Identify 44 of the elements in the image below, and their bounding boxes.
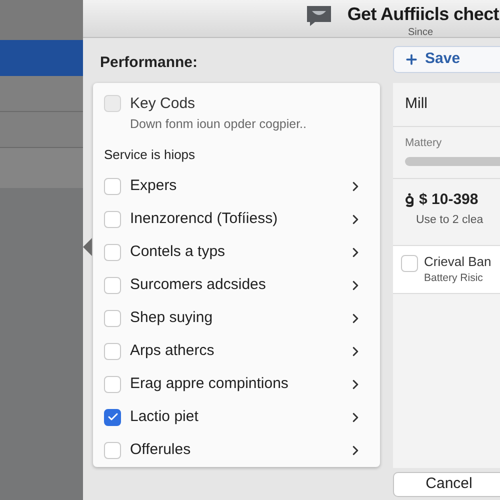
item-label: Erag appre compintions (130, 374, 290, 394)
checkbox[interactable] (401, 254, 418, 272)
checkbox[interactable] (104, 376, 121, 393)
item-label: Arps athercs (130, 341, 216, 362)
option-label: Crieval Ban (424, 252, 492, 271)
list-item[interactable]: Arps athercs (104, 334, 369, 368)
panel-title: Mill (405, 94, 428, 114)
item-label: Lactio piet (130, 406, 200, 427)
checkbox[interactable] (104, 276, 121, 294)
checkbox[interactable] (104, 310, 121, 327)
option-description: Down fonm ioun opder cogpier.. (130, 116, 308, 133)
price: $ 10-398 (419, 190, 478, 210)
checkbox[interactable] (104, 342, 121, 360)
item-label: Contels a typs (130, 242, 226, 262)
item-label: Offerules (130, 440, 192, 460)
item-label: Expers (130, 176, 178, 196)
list-item[interactable]: Lactio piet (104, 400, 369, 434)
list-item[interactable]: Offerules (104, 434, 369, 467)
item-label: Inenzorencd (Tofíiess) (130, 209, 279, 230)
checkbox[interactable] (104, 408, 121, 426)
list-item[interactable]: Erag appre compintions (104, 368, 369, 401)
plus-icon (404, 52, 419, 67)
list-item[interactable]: Expers (104, 170, 369, 204)
list-item[interactable]: Contels a typs (104, 236, 369, 270)
list-item[interactable]: Shep suying (104, 302, 369, 335)
dialog-title: Get Auffiicls chect (347, 3, 499, 26)
section-title: Performanne: (99, 53, 199, 73)
group-label: Service is hiops (104, 146, 196, 164)
list-item[interactable]: Inenzorencd (Tofíiess) (104, 203, 369, 236)
checkbox[interactable] (104, 211, 121, 228)
list-item[interactable]: Surcomers adcsides (104, 269, 369, 302)
option-label: Key Cods (130, 94, 196, 114)
price-note: Use to 2 clea (416, 212, 484, 228)
item-label: Surcomers adcsides (130, 275, 267, 296)
meter-label: Mattery (405, 136, 443, 150)
checkbox[interactable] (104, 178, 121, 196)
checkbox[interactable] (104, 244, 121, 262)
save-button[interactable]: Save (393, 46, 500, 73)
option-sublabel: Battery Risic (424, 271, 484, 286)
cancel-button[interactable]: Cancel (393, 472, 500, 497)
pointer-icon (83, 238, 92, 256)
item-label: Shep suying (130, 308, 214, 328)
dialog-subtitle: Since (408, 26, 433, 40)
checkbox[interactable] (104, 442, 121, 459)
